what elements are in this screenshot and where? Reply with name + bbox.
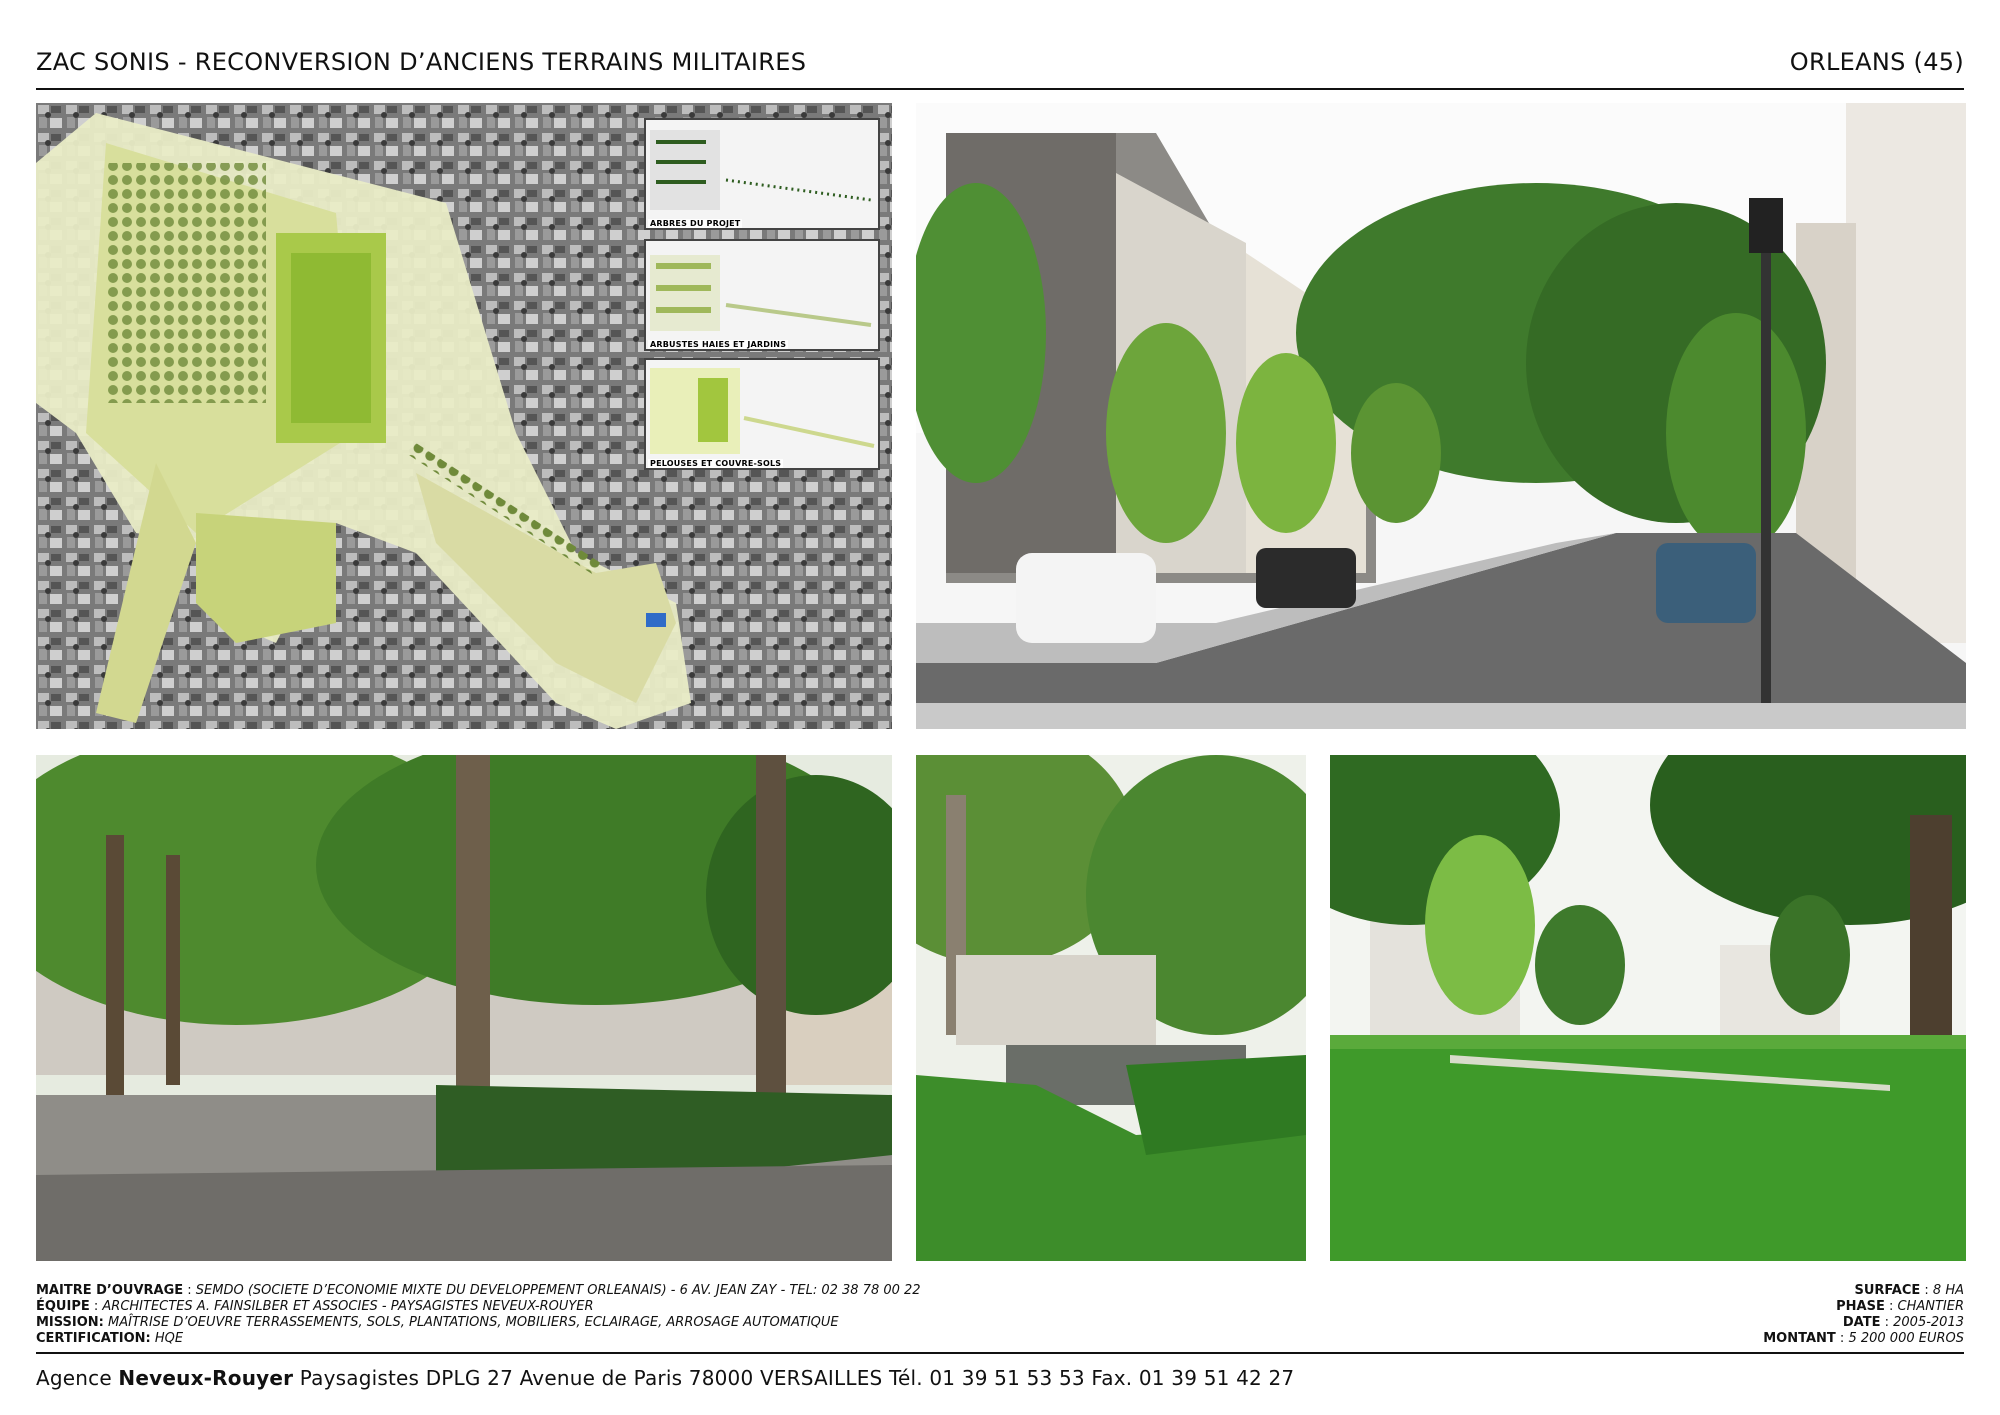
credit-certification: CERTIFICATION: HQE <box>36 1331 184 1346</box>
fact-surface: SURFACE : 8 HA <box>1854 1283 1964 1298</box>
agency-footer: Agence Neveux-Rouyer Paysagistes DPLG 27… <box>36 1366 1295 1390</box>
garden-photo <box>916 755 1306 1261</box>
legend-label-shrubs: ARBUSTES HAIES ET JARDINS <box>648 340 789 349</box>
legend-label-lawns: PELOUSES ET COUVRE-SOLS <box>648 459 784 468</box>
project-credits: MAITRE D’OUVRAGE : SEMDO (SOCIETE D’ECON… <box>36 1283 921 1347</box>
plan-legend: ARBRES DU PROJET ARBUSTES HAIES ET JARDI… <box>644 118 884 470</box>
legend-panel-lawns: PELOUSES ET COUVRE-SOLS <box>644 358 880 470</box>
credit-maitre: MAITRE D’OUVRAGE : SEMDO (SOCIETE D’ECON… <box>36 1283 921 1298</box>
credit-mission: MISSION: MAÎTRISE D’OEUVRE TERRASSEMENTS… <box>36 1315 839 1330</box>
document-location: ORLEANS (45) <box>1789 48 1964 76</box>
legend-panel-trees: ARBRES DU PROJET <box>644 118 880 230</box>
square-photo <box>36 755 892 1261</box>
footer-rule <box>36 1352 1964 1354</box>
street-photo <box>916 103 1966 729</box>
legend-label-trees: ARBRES DU PROJET <box>648 219 743 228</box>
project-facts: SURFACE : 8 HA PHASE : CHANTIER DATE : 2… <box>1763 1283 1964 1347</box>
fact-phase: PHASE : CHANTIER <box>1836 1299 1964 1314</box>
fact-montant: MONTANT : 5 200 000 EUROS <box>1763 1331 1964 1346</box>
legend-panel-shrubs: ARBUSTES HAIES ET JARDINS <box>644 239 880 351</box>
document-title: ZAC SONIS - RECONVERSION D’ANCIENS TERRA… <box>36 48 807 76</box>
fact-date: DATE : 2005-2013 <box>1842 1315 1964 1330</box>
credit-equipe: ÉQUIPE : ARCHITECTES A. FAINSILBER ET AS… <box>36 1299 594 1314</box>
lawn-photo <box>1330 755 1966 1261</box>
agency-name: Neveux-Rouyer <box>118 1366 294 1390</box>
header-rule <box>36 88 1964 90</box>
